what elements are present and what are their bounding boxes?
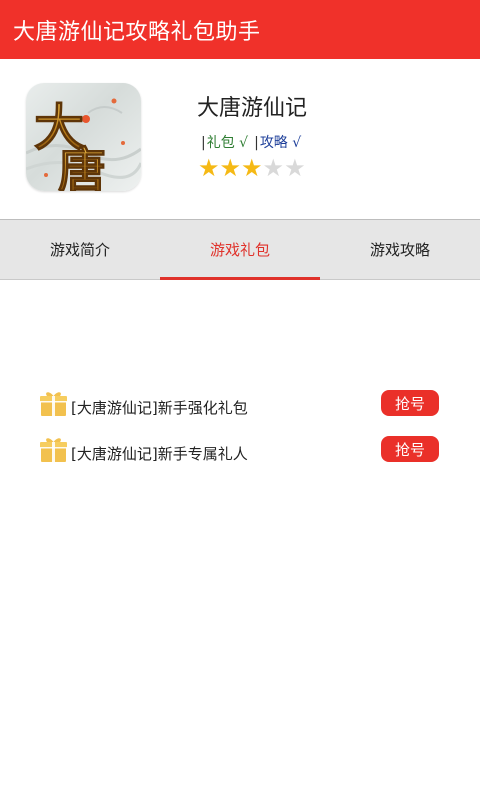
tab-intro[interactable]: 游戏简介 bbox=[0, 220, 160, 279]
gift-name: [大唐游仙记]新手强化礼包 bbox=[71, 399, 248, 417]
tag-gift: |礼包 √ bbox=[201, 135, 249, 151]
star-empty-icon: ★ bbox=[262, 154, 285, 182]
feature-tags: |礼包 √ |攻略 √ bbox=[201, 132, 301, 152]
game-icon: 大 唐 bbox=[26, 83, 141, 191]
game-logo-icon: 大 唐 bbox=[26, 98, 141, 191]
tab-guides[interactable]: 游戏攻略 bbox=[320, 220, 480, 279]
gift-box-icon bbox=[40, 392, 67, 416]
app-title: 大唐游仙记攻略礼包助手 bbox=[13, 19, 261, 45]
logo-char-2: 唐 bbox=[58, 143, 106, 191]
tab-gifts[interactable]: 游戏礼包 bbox=[160, 220, 320, 280]
star-filled-icon: ★ bbox=[241, 154, 263, 182]
rating-stars: ★★★★★ bbox=[198, 155, 306, 181]
game-name: 大唐游仙记 bbox=[197, 96, 308, 121]
tab-bar: 游戏简介 游戏礼包 游戏攻略 bbox=[0, 219, 480, 280]
grab-code-button[interactable]: 抢号 bbox=[381, 436, 439, 462]
grab-code-button[interactable]: 抢号 bbox=[381, 390, 439, 416]
star-empty-icon: ★ bbox=[284, 154, 306, 182]
gift-name: [大唐游仙记]新手专属礼人 bbox=[71, 445, 248, 463]
star-filled-icon: ★ bbox=[219, 154, 242, 182]
gift-row: [大唐游仙记]新手专属礼人 抢号 bbox=[0, 431, 480, 477]
game-header: 大 唐 大唐游仙记 |礼包 √ |攻略 √ ★★★★★ bbox=[0, 59, 480, 219]
gift-box-icon bbox=[40, 438, 67, 462]
tag-guide: |攻略 √ bbox=[254, 135, 302, 151]
gift-list: [大唐游仙记]新手强化礼包 抢号 [大唐游仙记]新手专属礼人 抢号 bbox=[0, 385, 480, 477]
star-filled-icon: ★ bbox=[198, 154, 220, 182]
title-bar: 大唐游仙记攻略礼包助手 bbox=[0, 0, 480, 59]
gift-row: [大唐游仙记]新手强化礼包 抢号 bbox=[0, 385, 480, 431]
